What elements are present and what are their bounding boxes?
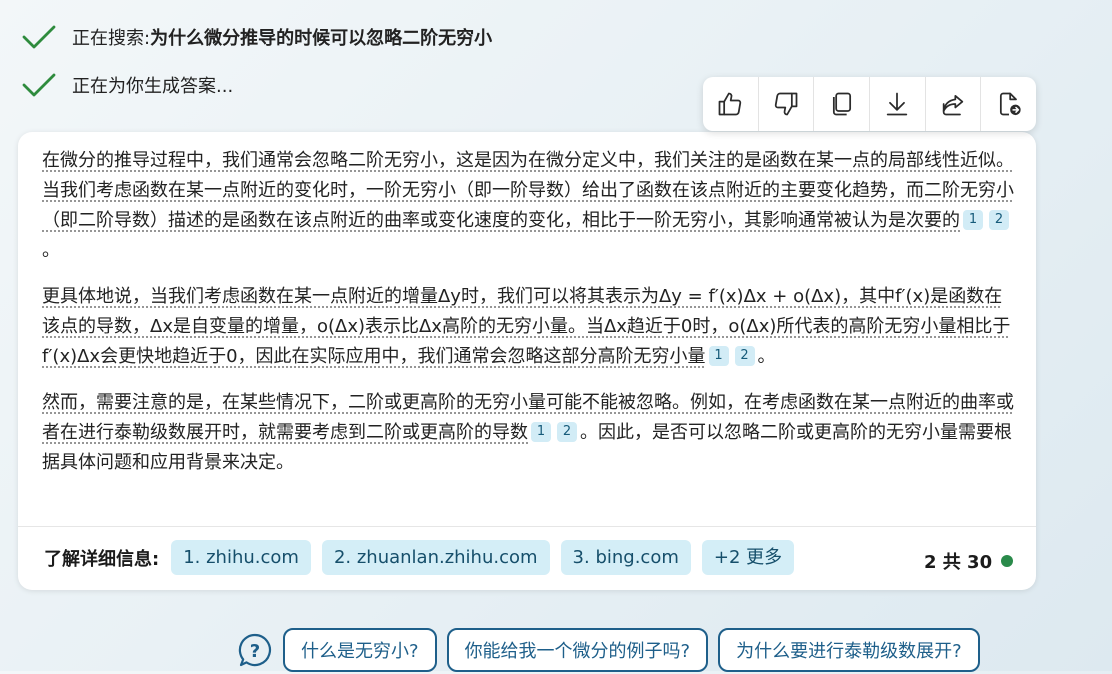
suggestion-chip[interactable]: 你能给我一个微分的例子吗? — [446, 628, 709, 672]
paragraph-text: 更具体地说，当我们考虑函数在某一点附近的增量Δy时，我们可以将其表示为Δy = … — [42, 286, 1011, 367]
dislike-button[interactable] — [759, 77, 815, 131]
learn-more-label: 了解详细信息: — [44, 548, 160, 570]
response-counter: 2 共 30 — [924, 548, 1014, 574]
source-link-zhihu[interactable]: 1. zhihu.com — [171, 540, 311, 575]
citation-badge[interactable]: 1 — [531, 422, 551, 442]
citation-badge[interactable]: 2 — [734, 346, 755, 366]
download-button[interactable] — [870, 77, 926, 131]
share-button[interactable] — [926, 77, 982, 131]
checkmark-icon — [22, 73, 56, 97]
status-dot — [1001, 555, 1014, 567]
like-button[interactable] — [703, 77, 759, 131]
export-icon — [999, 92, 1021, 116]
answer-paragraph: 然而，需要注意的是，在某些情况下，二阶或更高阶的无穷小量可能不能被忽略。例如，在… — [42, 388, 1017, 478]
thumbs-up-icon — [718, 92, 742, 116]
citation-badge[interactable]: 1 — [963, 210, 983, 230]
export-button[interactable] — [981, 77, 1036, 131]
response-counter-text: 2 共 30 — [924, 552, 993, 573]
citation-badge[interactable]: 2 — [557, 422, 577, 442]
response-toolbar — [703, 77, 1036, 131]
paragraph-end: 。 — [757, 346, 776, 367]
divider — [18, 526, 1036, 527]
generating-text: 正在为你生成答案... — [72, 76, 234, 97]
citation-badge[interactable]: 1 — [708, 346, 729, 366]
download-icon — [887, 92, 908, 116]
paragraph-text: 在微分的推导过程中，我们通常会忽略二阶无穷小，这是因为在微分定义中，我们关注的是… — [42, 150, 1014, 231]
answer-card: 在微分的推导过程中，我们通常会忽略二阶无穷小，这是因为在微分定义中，我们关注的是… — [18, 132, 1036, 590]
answer-paragraph: 更具体地说，当我们考虑函数在某一点附近的增量Δy时，我们可以将其表示为Δy = … — [42, 282, 1017, 372]
more-sources-button[interactable]: +2 更多 — [701, 540, 795, 575]
checkmark-icon — [22, 25, 56, 49]
source-link-bing[interactable]: 3. bing.com — [560, 540, 691, 575]
question-icon[interactable]: ? — [237, 632, 273, 668]
suggestion-bar: ? 什么是无穷小? 你能给我一个微分的例子吗? 为什么要进行泰勒级数展开? — [237, 628, 990, 672]
source-link-zhuanlan[interactable]: 2. zhuanlan.zhihu.com — [321, 540, 550, 575]
share-icon — [942, 94, 964, 116]
suggestion-chip[interactable]: 为什么要进行泰勒级数展开? — [718, 628, 980, 672]
answer-text: 在微分的推导过程中，我们通常会忽略二阶无穷小，这是因为在微分定义中，我们关注的是… — [42, 146, 1017, 494]
learn-more-bar: 了解详细信息: 1. zhihu.com 2. zhuanlan.zhihu.c… — [44, 540, 805, 575]
generating-status: 正在为你生成答案... — [22, 72, 233, 98]
search-prefix: 正在搜索: — [72, 28, 151, 49]
thumbs-down-icon — [774, 92, 798, 116]
svg-text:?: ? — [250, 641, 260, 662]
copy-icon — [832, 92, 851, 116]
search-status: 正在搜索: 为什么微分推导的时候可以忽略二阶无穷小 — [22, 24, 492, 50]
paragraph-end: 。 — [42, 240, 60, 261]
suggestion-chip[interactable]: 什么是无穷小? — [283, 628, 437, 672]
answer-paragraph: 在微分的推导过程中，我们通常会忽略二阶无穷小，这是因为在微分定义中，我们关注的是… — [42, 146, 1017, 266]
search-query: 为什么微分推导的时候可以忽略二阶无穷小 — [150, 28, 493, 49]
copy-button[interactable] — [814, 77, 871, 131]
citation-badge[interactable]: 2 — [989, 210, 1009, 230]
